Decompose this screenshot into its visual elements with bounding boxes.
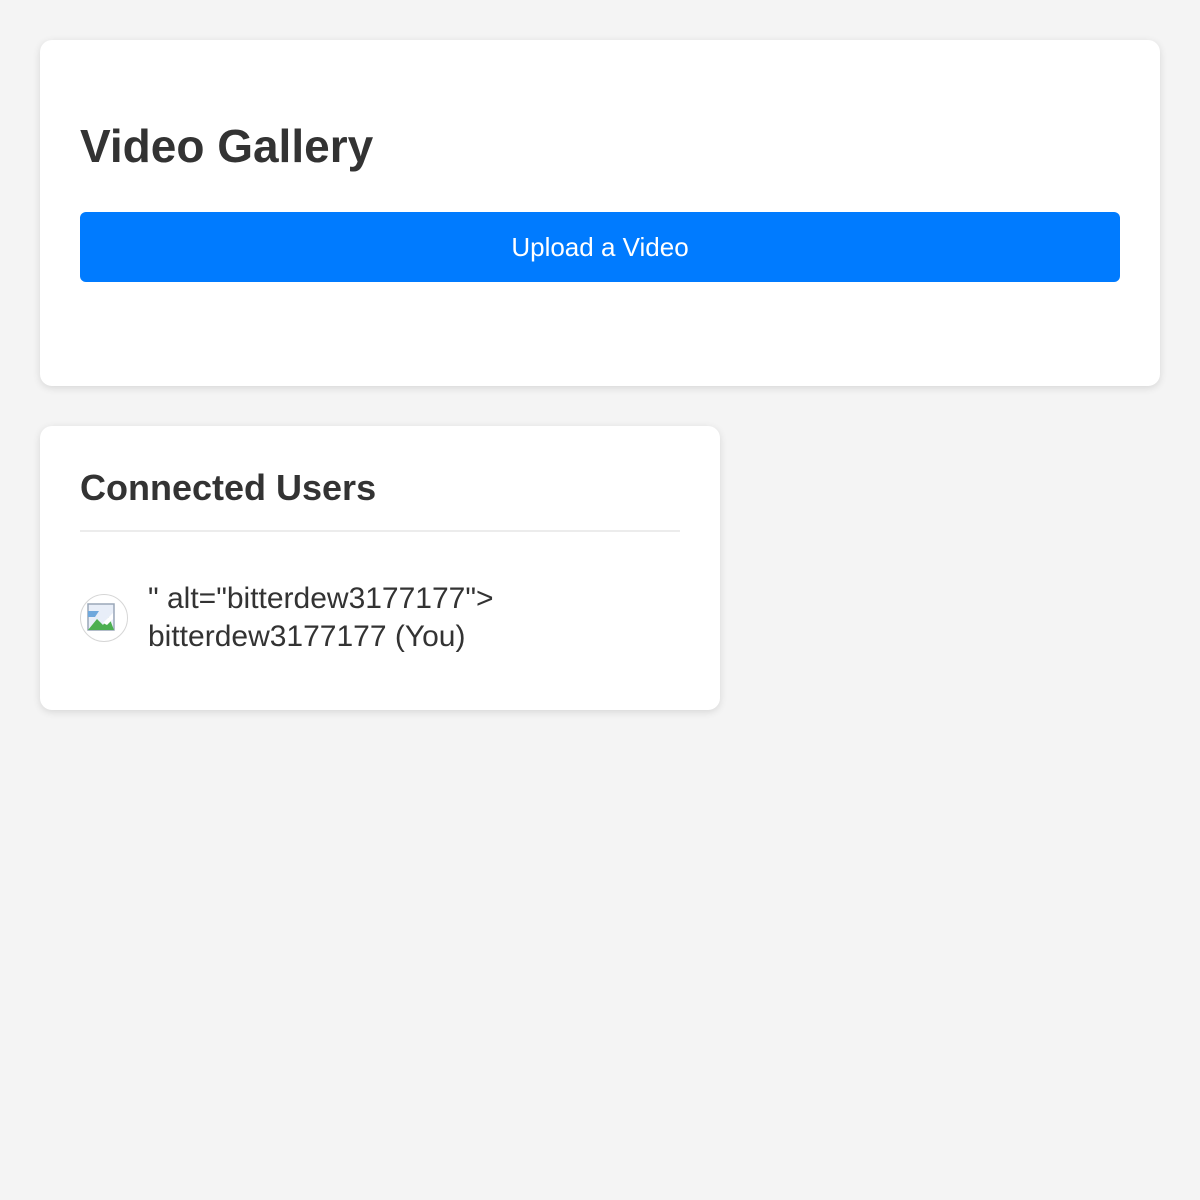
user-name: " alt="bitterdew3177177"> bitterdew31771… <box>148 580 494 656</box>
user-name-line2: bitterdew3177177 (You) <box>148 620 466 653</box>
avatar <box>80 594 128 642</box>
connected-users-card: Connected Users " alt="bitterdew3177177"… <box>40 426 720 710</box>
broken-image-icon <box>87 603 115 631</box>
divider <box>80 530 680 532</box>
video-gallery-card: Video Gallery Upload a Video <box>40 40 1160 386</box>
user-name-line1: " alt="bitterdew3177177"> <box>148 582 494 615</box>
connected-users-title: Connected Users <box>80 467 377 508</box>
list-item: " alt="bitterdew3177177"> bitterdew31771… <box>80 580 680 656</box>
page-title: Video Gallery <box>80 120 374 172</box>
upload-video-button[interactable]: Upload a Video <box>80 212 1120 282</box>
